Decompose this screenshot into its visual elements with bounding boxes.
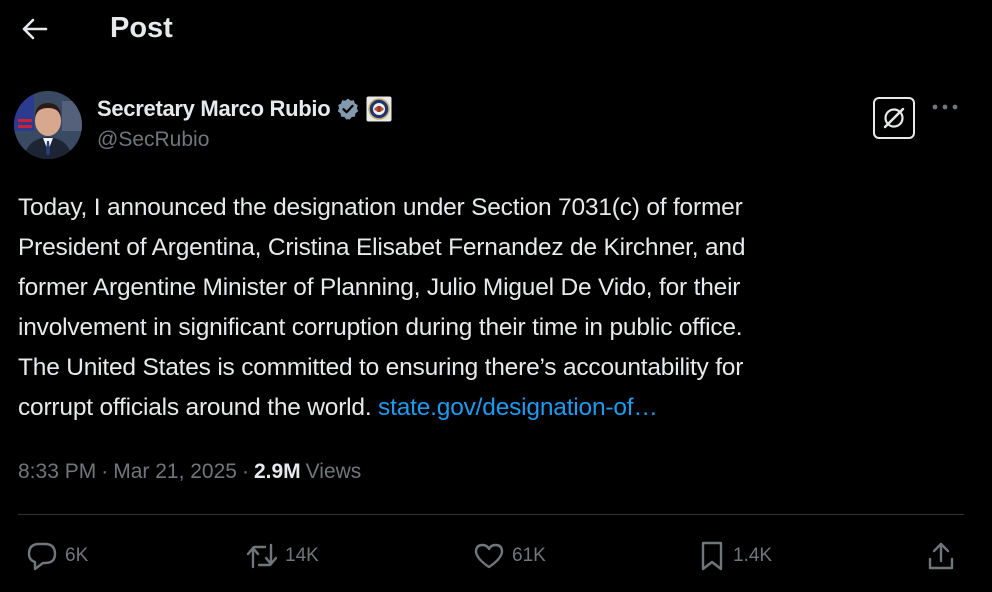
action-bar: 6K 14K 61K 1.4K	[0, 534, 992, 578]
government-seal-icon[interactable]	[366, 96, 392, 122]
tweet-line: former Argentine Minister of Planning, J…	[18, 274, 741, 301]
like-button[interactable]: 61K	[472, 534, 546, 578]
tweet-meta: 8:33 PM · Mar 21, 2025 · 2.9M Views	[18, 455, 361, 489]
reply-icon	[25, 541, 59, 571]
bookmark-button[interactable]: 1.4K	[697, 534, 772, 578]
views-count: 2.9M	[253, 460, 301, 483]
verified-badge-icon[interactable]	[336, 97, 360, 121]
divider	[18, 514, 964, 515]
bookmark-icon	[697, 540, 727, 572]
repost-count: 14K	[285, 545, 319, 566]
meta-separator: ·	[241, 460, 249, 483]
author-info: Secretary Marco Rubio	[97, 92, 392, 126]
like-count: 61K	[512, 545, 546, 566]
tweet-line: involvement in significant corruption du…	[18, 314, 743, 341]
tweet-line: corrupt officials around the world.	[18, 394, 372, 421]
reply-count: 6K	[65, 545, 89, 566]
tweet-line: Today, I announced the designation under…	[18, 194, 743, 221]
page-title: Post	[110, 12, 173, 44]
share-icon	[926, 540, 956, 572]
bookmark-count: 1.4K	[733, 545, 773, 566]
tweet-last-line: corrupt officials around the world. stat…	[18, 388, 978, 428]
reply-button[interactable]: 6K	[25, 534, 88, 578]
back-button[interactable]	[18, 12, 52, 46]
meta-separator: ·	[101, 460, 109, 483]
repost-icon	[245, 541, 279, 571]
tweet-link[interactable]: state.gov/designation-of…	[378, 394, 658, 421]
tweet-time[interactable]: 8:33 PM	[18, 460, 96, 484]
views-label: Views	[305, 460, 362, 483]
tweet-text: Today, I announced the designation under…	[18, 188, 978, 428]
grok-button[interactable]	[873, 97, 915, 139]
share-button[interactable]	[926, 534, 956, 578]
author-display-name[interactable]: Secretary Marco Rubio	[97, 96, 331, 122]
tweet-line: The United States is committed to ensuri…	[18, 354, 744, 381]
avatar[interactable]	[14, 91, 82, 159]
arrow-left-icon	[22, 18, 48, 40]
tweet-line: President of Argentina, Cristina Elisabe…	[18, 234, 746, 261]
grok-icon	[881, 105, 907, 131]
post-header: Post	[0, 0, 992, 60]
heart-icon	[472, 541, 506, 571]
more-dots-icon	[930, 103, 964, 111]
repost-button[interactable]: 14K	[245, 534, 319, 578]
tweet-date[interactable]: Mar 21, 2025	[113, 460, 237, 484]
more-options-button[interactable]	[930, 103, 964, 127]
author-handle[interactable]: @SecRubio	[97, 128, 209, 152]
